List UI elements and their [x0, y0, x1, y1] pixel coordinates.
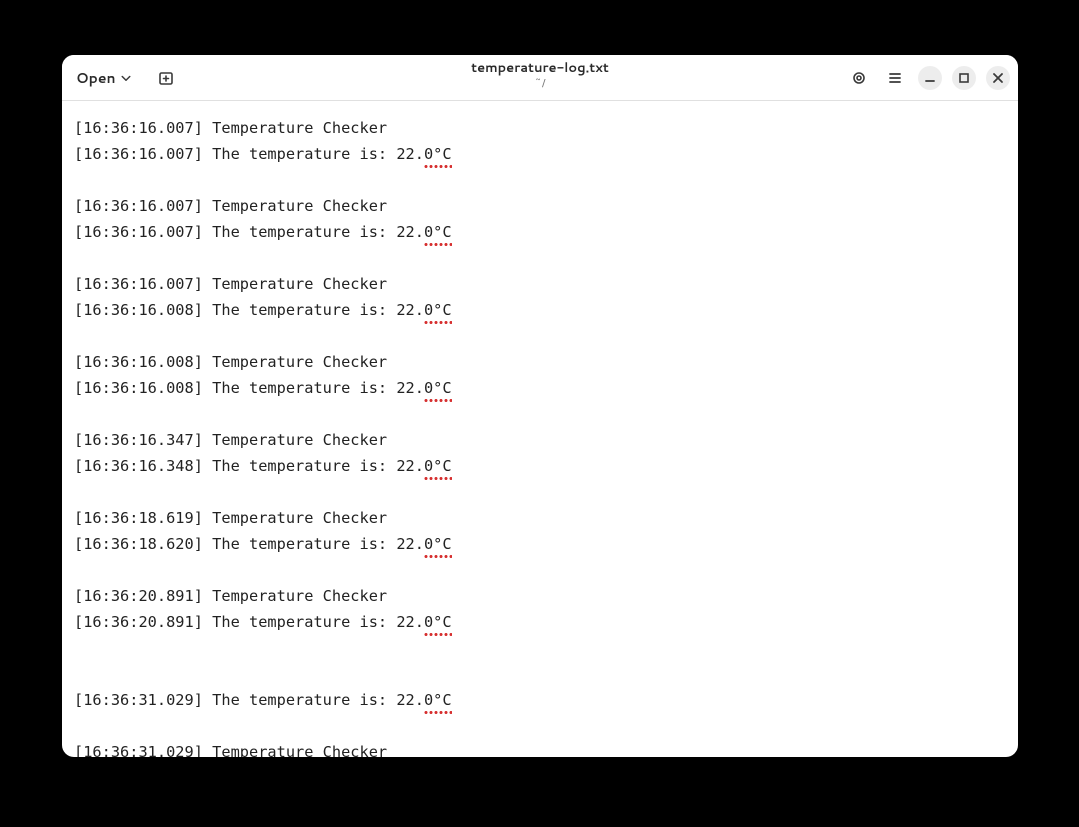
text-line [74, 401, 1006, 427]
close-button[interactable] [986, 66, 1010, 90]
text-line: [16:36:18.619] Temperature Checker [74, 505, 1006, 531]
menu-button[interactable] [882, 65, 908, 91]
spellcheck-flagged: 0°C [424, 453, 452, 479]
open-button-label: Open [76, 68, 116, 88]
text-line: [16:36:18.620] The temperature is: 22.0°… [74, 531, 1006, 557]
text-line: [16:36:20.891] The temperature is: 22.0°… [74, 609, 1006, 635]
new-tab-button[interactable] [152, 64, 180, 92]
text-line: [16:36:16.347] Temperature Checker [74, 427, 1006, 453]
text-line: [16:36:16.007] Temperature Checker [74, 193, 1006, 219]
text-line [74, 323, 1006, 349]
text-line: [16:36:16.007] Temperature Checker [74, 115, 1006, 141]
spellcheck-flagged: 0°C [424, 375, 452, 401]
text-line: [16:36:16.008] The temperature is: 22.0°… [74, 297, 1006, 323]
text-line: [16:36:20.891] Temperature Checker [74, 583, 1006, 609]
hamburger-icon [887, 70, 903, 86]
maximize-button[interactable] [952, 66, 976, 90]
gear-icon [851, 70, 867, 86]
text-line [74, 479, 1006, 505]
text-line: [16:36:31.029] The temperature is: 22.0°… [74, 687, 1006, 713]
open-button[interactable]: Open [70, 64, 138, 92]
spellcheck-flagged: 0°C [424, 219, 452, 245]
text-line [74, 557, 1006, 583]
titlebar-right [846, 65, 1010, 91]
new-tab-icon [158, 70, 174, 86]
spellcheck-flagged: 0°C [424, 141, 452, 167]
text-line: [16:36:16.348] The temperature is: 22.0°… [74, 453, 1006, 479]
text-line: [16:36:31.029] Temperature Checker [74, 739, 1006, 757]
text-line: [16:36:16.007] Temperature Checker [74, 271, 1006, 297]
text-line [74, 661, 1006, 687]
text-line: [16:36:16.008] The temperature is: 22.0°… [74, 375, 1006, 401]
spellcheck-flagged: 0°C [424, 687, 452, 713]
close-icon [990, 70, 1006, 86]
maximize-icon [956, 70, 972, 86]
minimize-button[interactable] [918, 66, 942, 90]
spellcheck-flagged: 0°C [424, 609, 452, 635]
spellcheck-flagged: 0°C [424, 297, 452, 323]
text-line [74, 713, 1006, 739]
chevron-down-icon [120, 72, 132, 84]
titlebar-left: Open [70, 64, 180, 92]
text-line [74, 167, 1006, 193]
text-line: [16:36:16.007] The temperature is: 22.0°… [74, 219, 1006, 245]
text-editor-area[interactable]: [16:36:16.007] Temperature Checker[16:36… [62, 101, 1018, 757]
text-line: [16:36:16.008] Temperature Checker [74, 349, 1006, 375]
editor-window: Open temperature-log.txt ~/ [62, 55, 1018, 757]
text-line [74, 245, 1006, 271]
spellcheck-flagged: 0°C [424, 531, 452, 557]
titlebar: Open temperature-log.txt ~/ [62, 55, 1018, 101]
minimize-icon [922, 70, 938, 86]
settings-button[interactable] [846, 65, 872, 91]
text-line: [16:36:16.007] The temperature is: 22.0°… [74, 141, 1006, 167]
text-line [74, 635, 1006, 661]
